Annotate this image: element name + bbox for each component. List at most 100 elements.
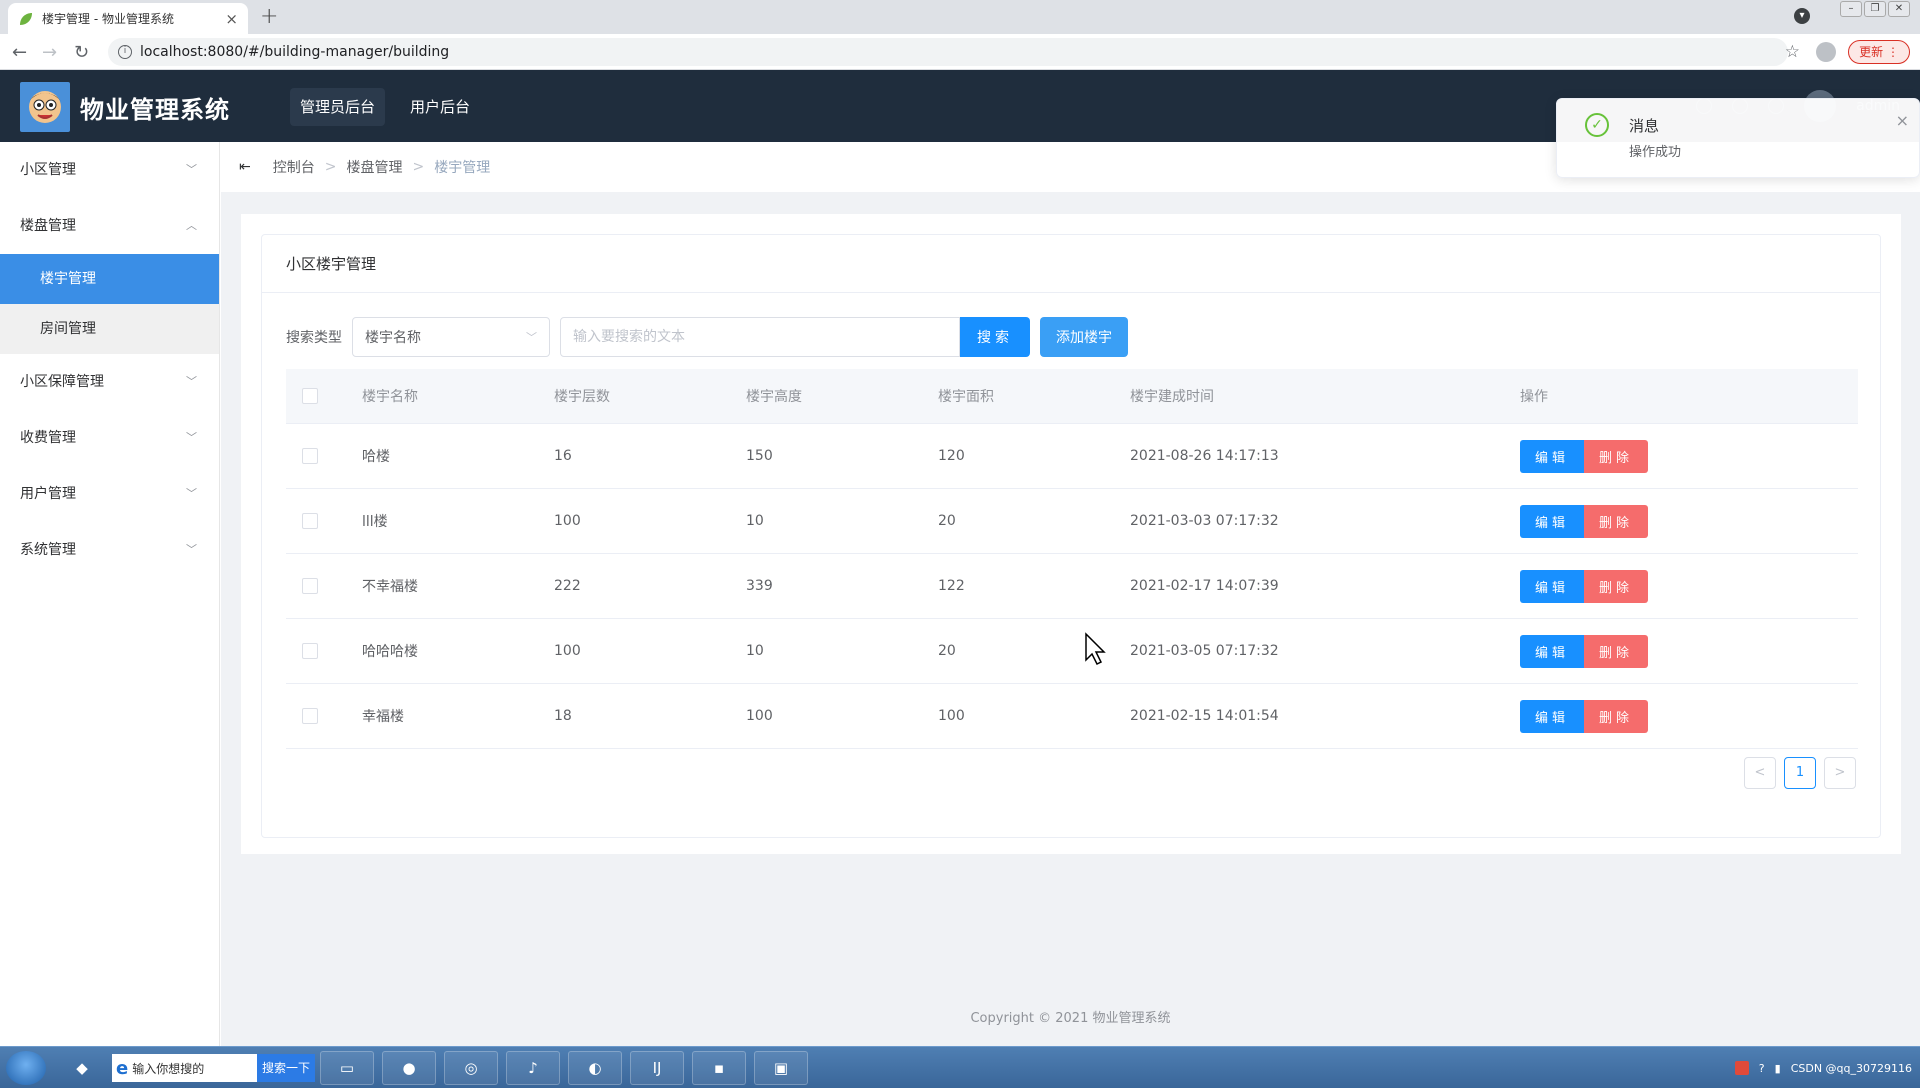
delete-button[interactable]: 删除 [1584, 569, 1648, 603]
sidebar-item-system[interactable]: 系统管理 ﹀ [0, 522, 219, 578]
forward-icon[interactable]: → [42, 42, 57, 63]
row-actions: 编辑 删除 [1520, 554, 1648, 618]
app-logo [20, 82, 70, 132]
cell-name: 不幸福楼 [362, 579, 418, 595]
sidebar-item-label: 系统管理 [20, 542, 76, 558]
cell-area: 20 [938, 513, 956, 529]
breadcrumb-dashboard[interactable]: 控制台 [273, 157, 315, 177]
search-type-select[interactable]: 楼宇名称 ﹀ [352, 317, 550, 357]
row-actions: 编辑 删除 [1520, 684, 1648, 748]
info-icon[interactable]: i [118, 45, 132, 59]
table-row: 幸福楼 18 100 100 2021-02-15 14:01:54 编辑 删除 [286, 684, 1858, 749]
search-input[interactable] [560, 317, 960, 357]
cell-height: 10 [746, 513, 764, 529]
app-icon[interactable]: ▣ [754, 1051, 808, 1085]
building-table: 楼宇名称 楼宇层数 楼宇高度 楼宇面积 楼宇建成时间 操作 哈楼 16 150 … [286, 369, 1858, 749]
nav-admin-backend[interactable]: 管理员后台 [290, 88, 386, 126]
os-taskbar: ◆ e 输入你想搜的 搜索一下 ▭ ● ◎ ♪ ◐ IJ ▪ ▣ ? ▮ CSD… [0, 1046, 1920, 1088]
next-page-button[interactable]: > [1824, 757, 1856, 789]
breadcrumb-separator: > [412, 159, 425, 175]
cell-area: 100 [938, 708, 965, 724]
sidebar-item-users[interactable]: 用户管理 ﹀ [0, 466, 219, 522]
sidebar-item-fees[interactable]: 收费管理 ﹀ [0, 410, 219, 466]
row-checkbox[interactable] [302, 513, 318, 529]
sidebar-item-community[interactable]: 小区管理 ﹀ [0, 142, 219, 198]
breadcrumb-property[interactable]: 楼盘管理 [346, 157, 402, 177]
table-row: lll楼 100 10 20 2021-03-03 07:17:32 编辑 删除 [286, 489, 1858, 554]
new-tab-button[interactable]: + [260, 4, 278, 29]
column-header-height[interactable]: 楼宇高度 [746, 369, 802, 423]
page-number-button[interactable]: 1 [1784, 757, 1816, 789]
column-header-name[interactable]: 楼宇名称 [362, 369, 418, 423]
success-notification: ✓ 消息 操作成功 × [1556, 98, 1920, 178]
sidebar-item-building[interactable]: 楼宇管理 [0, 254, 219, 304]
sidebar-item-property[interactable]: 楼盘管理 ︿ [0, 198, 219, 254]
taskbar-search-input[interactable]: e 输入你想搜的 [112, 1054, 257, 1082]
row-checkbox[interactable] [302, 578, 318, 594]
delete-button[interactable]: 删除 [1584, 504, 1648, 538]
row-checkbox[interactable] [302, 448, 318, 464]
reload-icon[interactable]: ↻ [74, 42, 89, 63]
folder-icon[interactable]: ▭ [320, 1051, 374, 1085]
building-card: 小区楼宇管理 搜索类型 楼宇名称 ﹀ 搜索 添加楼宇 楼宇名称 楼宇层数 楼宇高… [261, 234, 1881, 838]
url-input[interactable]: i localhost:8080/#/building-manager/buil… [108, 38, 1788, 66]
sogou-icon[interactable] [1734, 1061, 1749, 1075]
back-icon[interactable]: ← [12, 42, 27, 63]
bookmark-star-icon[interactable]: ☆ [1785, 42, 1800, 62]
edit-button[interactable]: 编辑 [1520, 569, 1584, 603]
search-bar: 搜索类型 楼宇名称 ﹀ 搜索 添加楼宇 [286, 317, 1128, 357]
start-button[interactable] [6, 1051, 46, 1085]
browser-tab[interactable]: 楼宇管理 - 物业管理系统 × [8, 3, 248, 34]
app-icon[interactable]: ♪ [506, 1051, 560, 1085]
edit-button[interactable]: 编辑 [1520, 504, 1584, 538]
row-checkbox[interactable] [302, 708, 318, 724]
chevron-down-icon: ﹀ [186, 375, 197, 388]
intellij-icon[interactable]: IJ [630, 1051, 684, 1085]
battery-icon[interactable]: ▮ [1775, 1062, 1781, 1075]
nav-user-backend[interactable]: 用户后台 [400, 88, 480, 126]
column-header-built-time[interactable]: 楼宇建成时间 [1130, 369, 1214, 423]
address-bar: ← → ↻ i localhost:8080/#/building-manage… [0, 34, 1920, 70]
app-icon[interactable]: ◆ [56, 1051, 108, 1085]
edit-button[interactable]: 编辑 [1520, 699, 1584, 733]
cell-built-time: 2021-03-05 07:17:32 [1130, 643, 1279, 659]
prev-page-button[interactable]: < [1744, 757, 1776, 789]
select-all-checkbox[interactable] [302, 388, 318, 404]
app-icon[interactable]: ◐ [568, 1051, 622, 1085]
edit-button[interactable]: 编辑 [1520, 634, 1584, 668]
column-header-actions: 操作 [1520, 389, 1548, 405]
close-icon[interactable]: × [1896, 111, 1909, 130]
column-header-floors[interactable]: 楼宇层数 [554, 369, 610, 423]
cell-floors: 100 [554, 643, 581, 659]
firefox-icon[interactable]: ● [382, 1051, 436, 1085]
delete-button[interactable]: 删除 [1584, 699, 1648, 733]
cell-floors: 100 [554, 513, 581, 529]
add-building-button[interactable]: 添加楼宇 [1040, 317, 1128, 357]
chevron-up-icon: ︿ [186, 219, 197, 232]
restore-icon[interactable]: ❐ [1864, 1, 1886, 17]
tab-close-icon[interactable]: × [225, 10, 238, 28]
close-window-icon[interactable]: ✕ [1888, 1, 1910, 17]
search-button[interactable]: 搜索 [960, 317, 1030, 357]
update-button[interactable]: 更新 ⋮ [1848, 40, 1910, 64]
sidebar-item-security[interactable]: 小区保障管理 ﹀ [0, 354, 219, 410]
row-checkbox[interactable] [302, 643, 318, 659]
sidebar-item-room[interactable]: 房间管理 [0, 304, 219, 354]
sidebar-item-label: 收费管理 [20, 430, 76, 446]
tab-search-icon[interactable]: ▾ [1794, 8, 1810, 24]
sidebar-item-label: 楼盘管理 [20, 218, 76, 234]
app-title: 物业管理系统 [80, 96, 230, 124]
help-icon[interactable]: ? [1759, 1062, 1765, 1075]
chevron-down-icon: ﹀ [526, 331, 537, 344]
collapse-sidebar-icon[interactable]: ⇤ [239, 159, 251, 175]
delete-button[interactable]: 删除 [1584, 439, 1648, 473]
terminal-icon[interactable]: ▪ [692, 1051, 746, 1085]
minimize-icon[interactable]: – [1840, 1, 1862, 17]
column-header-area[interactable]: 楼宇面积 [938, 369, 994, 423]
edit-button[interactable]: 编辑 [1520, 439, 1584, 473]
taskbar-search-button[interactable]: 搜索一下 [257, 1054, 315, 1082]
delete-button[interactable]: 删除 [1584, 634, 1648, 668]
sidebar-item-label: 用户管理 [20, 486, 76, 502]
account-icon[interactable] [1816, 42, 1836, 62]
chrome-icon[interactable]: ◎ [444, 1051, 498, 1085]
